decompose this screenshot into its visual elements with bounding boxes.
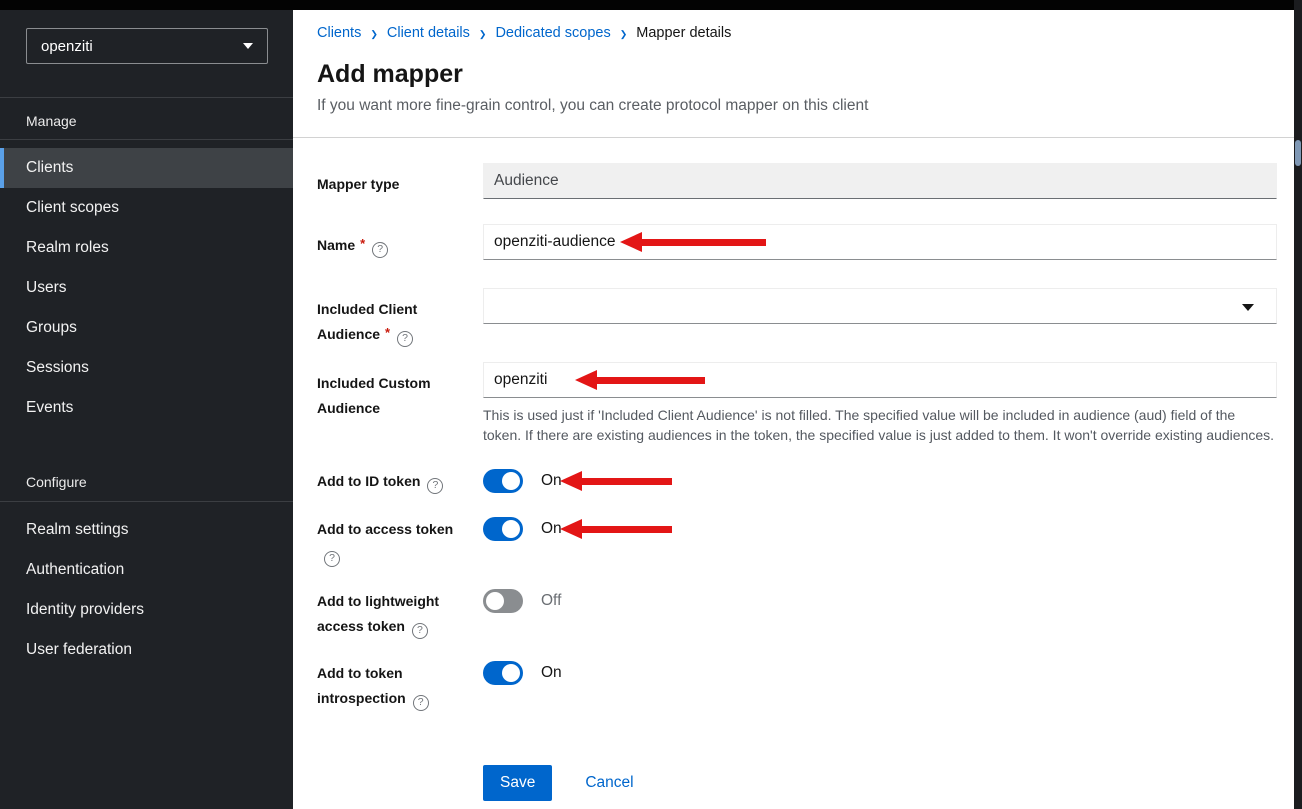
sidebar-item-identity-providers[interactable]: Identity providers — [0, 590, 293, 630]
help-icon[interactable]: ? — [427, 478, 443, 494]
toggle-state-label: Off — [541, 592, 561, 610]
required-asterisk: * — [385, 325, 390, 340]
sidebar-item-authentication[interactable]: Authentication — [0, 550, 293, 590]
sidebar-item-events[interactable]: Events — [0, 388, 293, 428]
breadcrumb-clients[interactable]: Clients — [317, 23, 361, 43]
annotation-arrow-id-token — [560, 471, 672, 491]
add-to-access-token-row: Add to access token? On — [317, 517, 1277, 567]
sidebar-item-user-federation[interactable]: User federation — [0, 630, 293, 670]
add-to-token-introspection-label: Add to token introspection? — [317, 661, 483, 711]
sidebar-item-clients[interactable]: Clients — [0, 148, 293, 188]
nav-configure: Realm settings Authentication Identity p… — [0, 502, 293, 670]
form-actions: Save Cancel — [317, 765, 1277, 801]
help-icon[interactable]: ? — [324, 551, 340, 567]
breadcrumb-separator-icon: ❯ — [361, 24, 387, 44]
cancel-button[interactable]: Cancel — [585, 774, 633, 792]
breadcrumb-separator-icon: ❯ — [611, 24, 637, 44]
annotation-arrow-access-token — [560, 519, 672, 539]
caret-down-icon — [243, 43, 253, 49]
save-button[interactable]: Save — [483, 765, 552, 801]
breadcrumb-client-details[interactable]: Client details — [387, 23, 470, 43]
add-to-access-token-label: Add to access token? — [317, 517, 483, 567]
toggle-state-label: On — [541, 664, 562, 682]
mapper-form: Mapper type Name*? — [293, 138, 1302, 801]
sidebar-item-groups[interactable]: Groups — [0, 308, 293, 348]
help-icon[interactable]: ? — [412, 623, 428, 639]
mapper-type-row: Mapper type — [317, 163, 1277, 199]
sidebar: openziti Manage Clients Client scopes Re… — [0, 10, 293, 809]
breadcrumb-separator-icon: ❯ — [470, 24, 496, 44]
add-to-id-token-label: Add to ID token? — [317, 469, 483, 494]
included-client-audience-select[interactable] — [483, 288, 1277, 324]
page-title: Add mapper — [317, 59, 1278, 89]
add-to-lightweight-access-token-row: Add to lightweight access token? Off — [317, 589, 1277, 639]
scrollbar[interactable] — [1294, 0, 1302, 809]
help-icon[interactable]: ? — [413, 695, 429, 711]
add-to-token-introspection-toggle[interactable] — [483, 661, 523, 685]
required-asterisk: * — [360, 236, 365, 251]
caret-down-icon — [1242, 304, 1254, 311]
page-header: Clients ❯ Client details ❯ Dedicated sco… — [293, 10, 1302, 138]
breadcrumb-mapper-details: Mapper details — [636, 23, 731, 43]
name-row: Name*? — [317, 224, 1277, 260]
included-custom-audience-input[interactable] — [483, 362, 1277, 398]
breadcrumb-dedicated-scopes[interactable]: Dedicated scopes — [495, 23, 610, 43]
sidebar-item-realm-roles[interactable]: Realm roles — [0, 228, 293, 268]
included-custom-audience-label: Included Custom Audience — [317, 362, 483, 421]
included-client-audience-label: Included Client Audience*? — [317, 288, 483, 347]
realm-name: openziti — [41, 38, 93, 55]
toggle-state-label: On — [541, 520, 562, 538]
realm-selector-dropdown[interactable]: openziti — [26, 28, 268, 64]
name-input[interactable] — [483, 224, 1277, 260]
nav-section-title-configure: Configure — [0, 472, 293, 501]
add-to-token-introspection-row: Add to token introspection? On — [317, 661, 1277, 711]
nav-section-title-manage: Manage — [0, 98, 293, 139]
help-icon[interactable]: ? — [372, 242, 388, 258]
page-subtitle: If you want more fine-grain control, you… — [317, 95, 1278, 116]
sidebar-item-users[interactable]: Users — [0, 268, 293, 308]
help-icon[interactable]: ? — [397, 331, 413, 347]
sidebar-item-client-scopes[interactable]: Client scopes — [0, 188, 293, 228]
add-to-access-token-toggle[interactable] — [483, 517, 523, 541]
add-to-lightweight-access-token-label: Add to lightweight access token? — [317, 589, 483, 639]
mapper-type-input — [483, 163, 1277, 199]
main-content: Clients ❯ Client details ❯ Dedicated sco… — [293, 10, 1302, 809]
masthead — [0, 0, 1302, 10]
breadcrumb: Clients ❯ Client details ❯ Dedicated sco… — [317, 23, 1278, 43]
mapper-type-label: Mapper type — [317, 163, 483, 197]
add-to-id-token-toggle[interactable] — [483, 469, 523, 493]
sidebar-item-sessions[interactable]: Sessions — [0, 348, 293, 388]
nav-manage: Clients Client scopes Realm roles Users … — [0, 140, 293, 428]
sidebar-item-realm-settings[interactable]: Realm settings — [0, 510, 293, 550]
scrollbar-thumb[interactable] — [1295, 140, 1301, 166]
name-label: Name*? — [317, 224, 483, 258]
included-client-audience-value — [484, 297, 504, 314]
included-custom-audience-row: Included Custom Audience This is used ju… — [317, 362, 1277, 445]
included-client-audience-row: Included Client Audience*? — [317, 288, 1277, 347]
add-to-lightweight-access-token-toggle[interactable] — [483, 589, 523, 613]
included-custom-audience-help: This is used just if 'Included Client Au… — [483, 405, 1277, 445]
add-to-id-token-row: Add to ID token? On — [317, 469, 1277, 494]
toggle-state-label: On — [541, 472, 562, 490]
